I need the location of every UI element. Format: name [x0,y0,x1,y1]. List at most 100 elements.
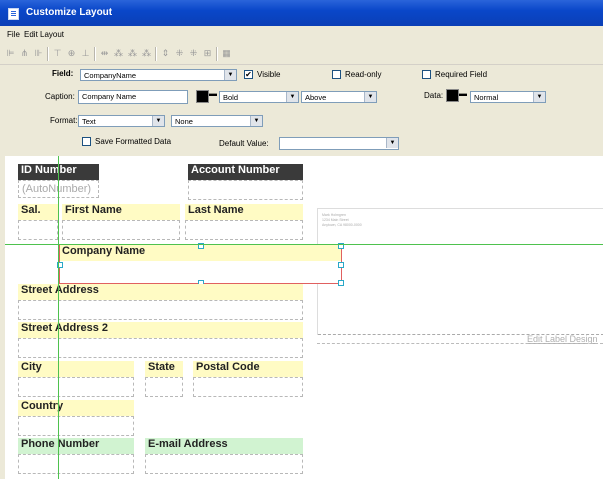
size-fit-icon[interactable]: ⊞ [202,48,213,59]
align-left-icon[interactable]: ⊫ [5,48,16,59]
vertical-guide-line [58,156,59,479]
same-height-icon[interactable]: ⁜ [174,48,185,59]
toolbar: ⊫ ⋔ ⊪ ⊤ ⊕ ⊥ ⇹ ⁂ ⁂ ⁂ ⇕ ⁜ ⁜ ⊞ ▦ [0,44,603,65]
chevron-down-icon: ▼ [533,92,545,102]
same-size-icon[interactable]: ⁜ [188,48,199,59]
field-data-box[interactable] [18,454,134,474]
caption-style-select[interactable]: Bold ▼ [219,91,299,103]
menu-edit[interactable]: Edit [24,30,38,39]
field-data-box[interactable] [18,220,58,240]
readonly-checkbox[interactable] [332,70,341,79]
field-caption: State [145,361,183,377]
chevron-down-icon: ▼ [152,116,164,126]
save-formatted-label: Save Formatted Data [95,137,172,146]
grid-icon[interactable]: ▦ [221,48,232,59]
visible-label: Visible [257,70,281,79]
chevron-down-icon: ▼ [224,70,236,80]
format-option-value: None [175,117,193,126]
field-data-box[interactable] [18,300,303,320]
field-caption: City [18,361,134,377]
menu-file[interactable]: File [7,30,20,39]
label-preview-panel: Mark Holmgren 1234 Main Street Anytown, … [317,208,603,335]
chevron-down-icon: ▼ [386,138,398,148]
field-data-box[interactable] [18,377,134,397]
field-data-box[interactable] [18,338,303,358]
resize-handle[interactable] [338,280,344,286]
field-caption: Last Name [185,204,303,220]
same-width-icon[interactable]: ⇕ [160,48,171,59]
align-bottom-icon[interactable]: ⊥ [80,48,91,59]
window-title: Customize Layout [26,7,113,18]
app-icon [8,8,19,20]
field-data-box[interactable] [188,180,303,200]
format-select[interactable]: Text ▼ [78,115,165,127]
caption-position-select[interactable]: Above ▼ [301,91,377,103]
label-preview-line1: Mark Holmgren [322,213,346,217]
space-across-icon[interactable]: ⁂ [113,48,124,59]
autonumber-placeholder: (AutoNumber) [22,183,92,195]
field-label: Field: [52,69,74,78]
default-value-label: Default Value: [219,139,269,148]
align-top-icon[interactable]: ⊤ [52,48,63,59]
label-preview-line3: Anytown, CA 98000-0000 [322,223,362,227]
caption-input[interactable]: Company Name [78,90,188,104]
menu-layout[interactable]: Layout [40,30,64,39]
caption-style-value: Bold [223,93,239,102]
toolbar-separator [155,47,157,61]
title-bar: Customize Layout [0,0,603,26]
required-checkbox[interactable] [422,70,431,79]
field-caption: Account Number [188,164,303,180]
visible-checkbox[interactable]: ✔ [244,70,253,79]
required-label: Required Field [435,70,488,79]
field-data-box[interactable] [62,220,180,240]
chevron-down-icon: ▼ [250,116,262,126]
default-value-select[interactable]: ▼ [279,137,399,150]
toolbar-separator [94,47,96,61]
format-value: Text [82,117,96,126]
format-label: Format: [50,116,78,125]
format-option-select[interactable]: None ▼ [171,115,263,127]
field-caption: Street Address 2 [18,322,303,338]
field-caption: Country [18,400,134,416]
field-caption: Street Address [18,284,303,300]
data-color-dropdown-icon[interactable]: ▬ [459,89,467,98]
label-preview-line2: 1234 Main Street [322,218,349,222]
field-caption: Sal. [18,204,58,220]
selection-outline [59,244,342,284]
toolbar-separator [216,47,218,61]
data-style-value: Normal [474,93,499,102]
chevron-down-icon: ▼ [286,92,298,102]
data-style-select[interactable]: Normal ▼ [470,91,546,103]
caption-color-swatch[interactable] [196,90,209,103]
save-formatted-checkbox[interactable] [82,137,91,146]
field-caption: First Name [62,204,180,220]
readonly-label: Read-only [345,70,382,79]
resize-handle[interactable] [338,262,344,268]
space-even-icon[interactable]: ⁂ [141,48,152,59]
field-data-box[interactable] [193,377,303,397]
caption-input-value: Company Name [82,92,137,101]
field-data-box[interactable] [185,220,303,240]
field-data-box[interactable] [145,454,303,474]
toolbar-separator [47,47,49,61]
space-down-icon[interactable]: ⁂ [127,48,138,59]
menu-bar: File Edit Layout [0,26,603,44]
align-middle-icon[interactable]: ⊕ [66,48,77,59]
field-caption: Phone Number [18,438,134,454]
horizontal-guide-line [5,244,603,245]
field-select[interactable]: CompanyName ▼ [80,69,237,81]
data-label: Data: [424,91,444,100]
field-data-box[interactable] [18,416,134,436]
align-center-icon[interactable]: ⋔ [19,48,30,59]
caption-position-value: Above [305,93,327,102]
caption-label: Caption: [45,92,75,101]
label-preview-divider [317,343,603,344]
data-color-swatch[interactable] [446,89,459,102]
field-data-box[interactable] [145,377,183,397]
field-caption: E-mail Address [145,438,303,454]
field-select-value: CompanyName [84,71,137,80]
space-horizontal-icon[interactable]: ⇹ [99,48,110,59]
align-right-icon[interactable]: ⊪ [33,48,44,59]
chevron-down-icon: ▼ [364,92,376,102]
caption-color-dropdown-icon[interactable]: ▬ [209,89,217,98]
